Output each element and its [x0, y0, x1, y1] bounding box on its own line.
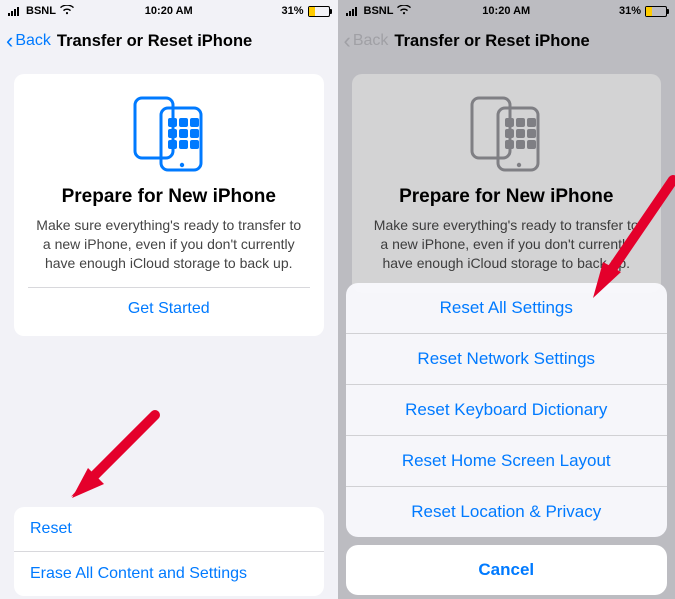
reset-network-settings-button[interactable]: Reset Network Settings — [346, 334, 668, 385]
page-title: Transfer or Reset iPhone — [394, 32, 589, 51]
battery-icon — [308, 6, 330, 17]
right-screenshot: BSNL 10:20 AM 31% ‹ Back Transfer or Res… — [338, 0, 675, 599]
reset-row[interactable]: Reset — [14, 507, 324, 552]
page-title: Transfer or Reset iPhone — [57, 32, 252, 51]
reset-keyboard-dictionary-button[interactable]: Reset Keyboard Dictionary — [346, 385, 668, 436]
card-heading: Prepare for New iPhone — [28, 186, 310, 208]
phones-illustration-icon — [28, 94, 310, 172]
left-screenshot: BSNL 10:20 AM 31% ‹ Back Transfer or Res… — [0, 0, 338, 599]
reset-location-privacy-button[interactable]: Reset Location & Privacy — [346, 487, 668, 537]
clock: 10:20 AM — [0, 5, 338, 17]
bottom-options-list: Reset Erase All Content and Settings — [14, 507, 324, 596]
reset-home-screen-button[interactable]: Reset Home Screen Layout — [346, 436, 668, 487]
annotation-arrow-icon — [60, 400, 170, 510]
back-button[interactable]: ‹ Back — [344, 30, 389, 52]
chevron-left-icon: ‹ — [6, 30, 13, 52]
status-bar: BSNL 10:20 AM 31% — [0, 0, 338, 20]
status-bar: BSNL 10:20 AM 31% — [338, 0, 675, 20]
back-label: Back — [353, 32, 389, 50]
clock: 10:20 AM — [338, 5, 675, 17]
card-body: Make sure everything's ready to transfer… — [32, 216, 306, 273]
erase-all-row[interactable]: Erase All Content and Settings — [14, 552, 324, 596]
reset-action-sheet: Reset All Settings Reset Network Setting… — [346, 283, 668, 595]
get-started-button[interactable]: Get Started — [28, 287, 310, 330]
prepare-card: Prepare for New iPhone Make sure everyth… — [14, 74, 324, 336]
chevron-left-icon: ‹ — [344, 30, 351, 52]
back-label: Back — [15, 32, 51, 50]
back-button[interactable]: ‹ Back — [6, 30, 51, 52]
reset-all-settings-button[interactable]: Reset All Settings — [346, 283, 668, 334]
cancel-button[interactable]: Cancel — [346, 545, 668, 595]
nav-bar: ‹ Back Transfer or Reset iPhone — [0, 20, 338, 62]
nav-bar: ‹ Back Transfer or Reset iPhone — [338, 20, 675, 62]
battery-icon — [645, 6, 667, 17]
